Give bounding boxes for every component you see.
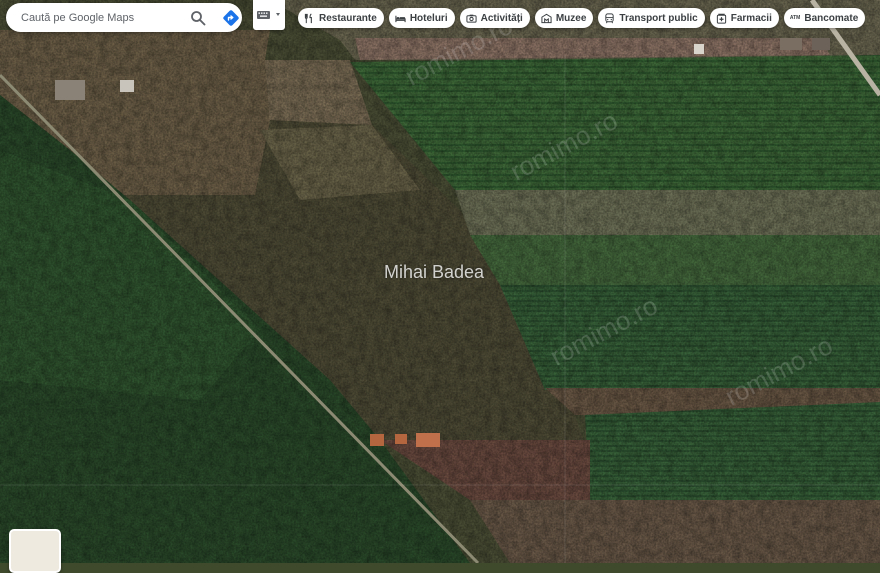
chip-label: Restaurante [319,12,377,24]
chip-hoteluri[interactable]: Hoteluri [388,8,455,28]
chip-farmacii[interactable]: Farmacii [709,8,779,28]
directions-icon[interactable] [222,9,240,27]
train-icon [605,12,615,23]
atm-icon: ATM [789,15,801,21]
search-icon[interactable] [190,10,206,26]
place-label[interactable]: Mihai Badea [384,262,484,283]
chip-label: Transport public [619,12,698,24]
search-input[interactable] [21,11,181,24]
cutlery-icon [304,12,312,23]
chip-bancomate[interactable]: ATM Bancomate [783,8,866,28]
chip-activitati[interactable]: Activități [459,8,530,28]
chip-muzee[interactable]: Muzee [534,8,594,28]
category-chips: Restaurante Hoteluri Activități Muzee Tr… [298,8,866,28]
pharmacy-icon [716,13,726,24]
chip-label: Farmacii [730,12,772,24]
layers-button[interactable] [253,0,285,30]
chip-label: Hoteluri [409,12,448,24]
chip-label: Activități [480,12,523,24]
keyboard-icon [257,11,280,19]
chevron-down-icon [276,13,280,16]
chip-label: Muzee [555,12,587,24]
chip-label: Bancomate [804,12,859,24]
layer-thumbnail[interactable] [9,529,61,573]
search-box[interactable] [6,3,242,32]
bed-icon [395,15,406,22]
chip-restaurante[interactable]: Restaurante [298,8,384,28]
chip-transport-public[interactable]: Transport public [598,8,705,28]
museum-icon [541,13,552,23]
camera-icon [466,14,477,23]
